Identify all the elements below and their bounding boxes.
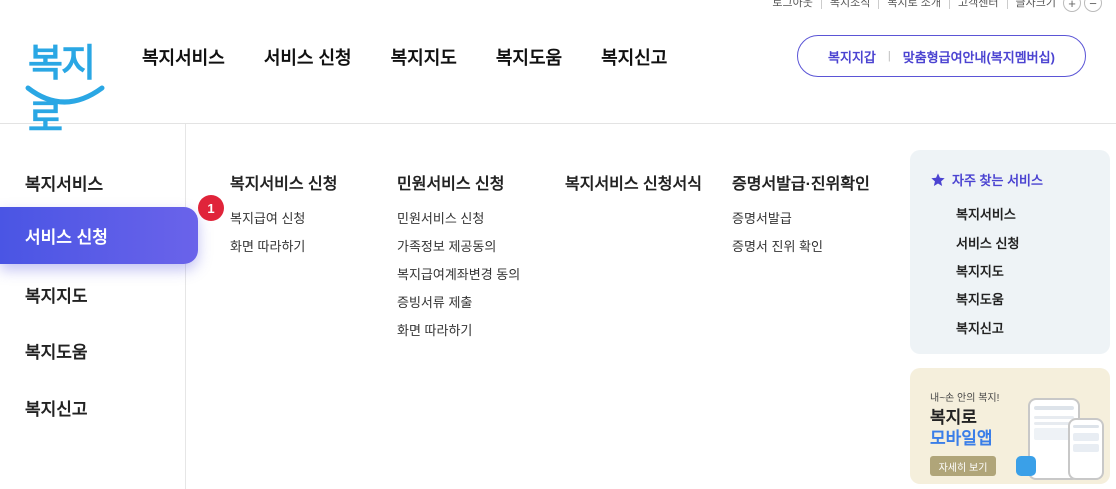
favorite-item[interactable]: 복지지도 (956, 261, 1004, 280)
nav-welfare-services[interactable]: 복지서비스 (142, 44, 225, 70)
app-details-button[interactable]: 자세히 보기 (930, 456, 996, 476)
logo-smile-icon (25, 85, 105, 105)
app-name-line2: 모바일앱 (930, 429, 993, 448)
site-logo[interactable]: 복지로 (22, 32, 108, 140)
mobile-app-banner[interactable]: 내~손 안의 복지! 복지로 모바일앱 자세히 보기 (910, 368, 1110, 484)
main-nav: 복지서비스 서비스 신청 복지지도 복지도움 복지신고 (142, 44, 706, 70)
membership-pill: 복지지갑 | 맞춤형급여안내(복지멤버십) (797, 35, 1086, 77)
nav-welfare-help[interactable]: 복지도움 (496, 44, 562, 70)
side-item-welfare-help[interactable]: 복지도움 (25, 338, 88, 363)
submenu-link[interactable]: 증명서 진위 확인 (732, 236, 823, 255)
submenu-link[interactable]: 가족정보 제공동의 (397, 236, 496, 255)
side-item-welfare-services[interactable]: 복지서비스 (25, 170, 103, 195)
star-icon (931, 172, 945, 186)
favorites-box: 자주 찾는 서비스 복지서비스 서비스 신청 복지지도 복지도움 복지신고 (910, 150, 1110, 354)
welfare-wallet-link[interactable]: 복지지갑 (828, 47, 876, 66)
side-menu: 복지서비스 서비스 신청 복지지도 복지도움 복지신고 (0, 124, 198, 489)
submenu-link[interactable]: 복지급여계좌변경 동의 (397, 264, 520, 283)
side-item-label: 서비스 신청 (25, 228, 108, 247)
column-title[interactable]: 복지서비스 신청서식 (565, 170, 702, 194)
submenu-link[interactable]: 화면 따라하기 (230, 236, 305, 255)
submenu-column-welfare-application: 복지서비스 신청 복지급여 신청 화면 따라하기 (230, 170, 338, 254)
submenu-link[interactable]: 민원서비스 신청 (397, 208, 484, 227)
nav-welfare-report[interactable]: 복지신고 (601, 44, 667, 70)
site-header: 복지로 복지서비스 서비스 신청 복지지도 복지도움 복지신고 복지지갑 | 맞… (0, 0, 1116, 140)
favorites-title: 자주 찾는 서비스 (952, 173, 1043, 188)
submenu-link[interactable]: 증명서발급 (732, 208, 792, 227)
column-title: 복지서비스 신청 (230, 176, 338, 193)
nav-service-application[interactable]: 서비스 신청 (264, 44, 352, 70)
favorite-item[interactable]: 복지도움 (956, 289, 1004, 308)
submenu-link[interactable]: 복지급여 신청 (230, 208, 305, 227)
submenu-link[interactable]: 증빙서류 제출 (397, 292, 472, 311)
column-title: 증명서발급·진위확인 (732, 176, 870, 193)
step-badge: 1 (198, 195, 224, 221)
column-title: 민원서비스 신청 (397, 176, 505, 193)
app-tagline: 내~손 안의 복지! (930, 393, 1000, 404)
custom-benefit-link[interactable]: 맞춤형급여안내(복지멤버십) (903, 47, 1055, 66)
side-item-service-application-active[interactable]: 서비스 신청 (0, 207, 198, 264)
side-item-welfare-report[interactable]: 복지신고 (25, 395, 88, 420)
favorite-item[interactable]: 복지서비스 (956, 204, 1016, 223)
favorite-item[interactable]: 복지신고 (956, 318, 1004, 337)
submenu-column-certificates: 증명서발급·진위확인 증명서발급 증명서 진위 확인 (732, 170, 870, 254)
side-item-welfare-map[interactable]: 복지지도 (25, 282, 88, 307)
favorites-header: 자주 찾는 서비스 (930, 170, 1043, 189)
app-badge-icon (1016, 456, 1036, 476)
submenu-link[interactable]: 화면 따라하기 (397, 320, 472, 339)
phone-illustration-front (1068, 418, 1104, 480)
favorite-item[interactable]: 서비스 신청 (956, 233, 1019, 252)
submenu-column-application-forms: 복지서비스 신청서식 (565, 170, 702, 194)
submenu-column-civil-application: 민원서비스 신청 민원서비스 신청 가족정보 제공동의 복지급여계좌변경 동의 … (397, 170, 520, 338)
pill-separator: | (887, 50, 891, 62)
nav-welfare-map[interactable]: 복지지도 (391, 44, 457, 70)
